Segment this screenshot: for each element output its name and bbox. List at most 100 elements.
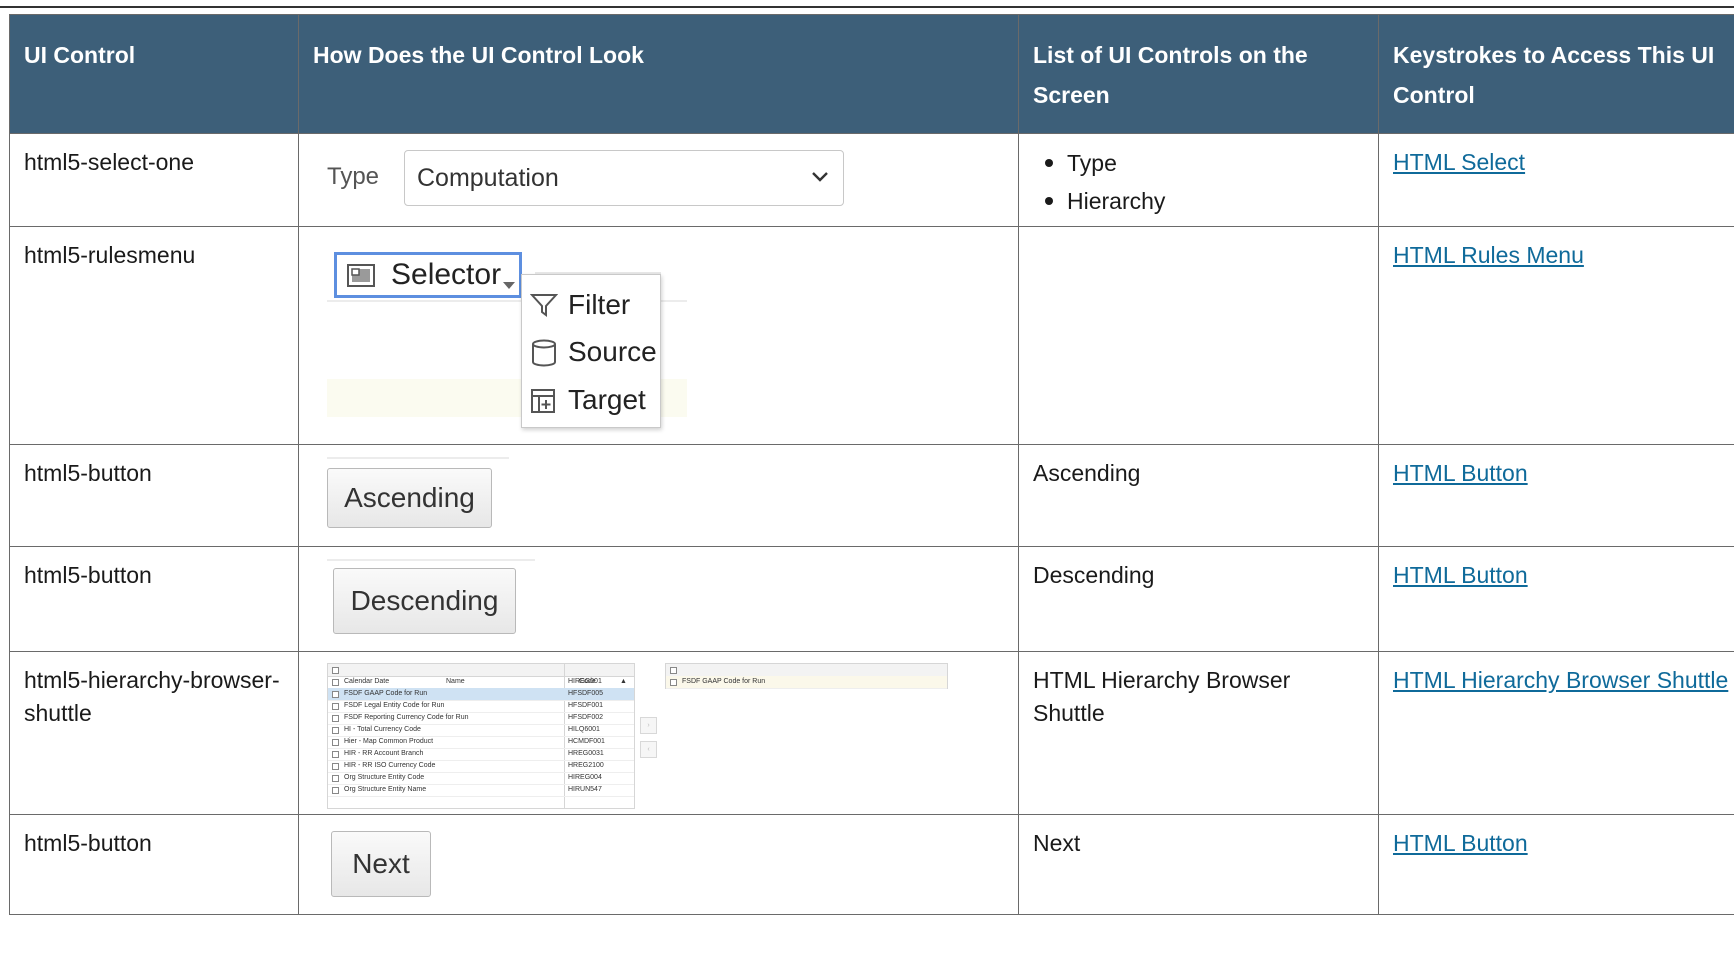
button-preview: Descending (313, 547, 1004, 651)
table-row: html5-select-one Type Computation Type H… (9, 133, 1734, 227)
member-code: HFSDF002 (568, 714, 604, 721)
chevron-down-icon (812, 172, 828, 182)
html-select-link[interactable]: HTML Select (1393, 149, 1525, 175)
member-code: HREG0031 (568, 750, 604, 757)
selector-icon (347, 264, 375, 287)
selector-label: Selector (391, 258, 502, 291)
control-name-cell: html5-rulesmenu (9, 226, 299, 445)
menu-item-label: Source (568, 336, 657, 367)
member-code: HIREG001 (568, 678, 602, 685)
available-members-grid: Name Code ▲ Calendar Date HIREG001 FSDF GA… (327, 663, 635, 809)
row-checkbox[interactable] (332, 751, 339, 758)
list-item[interactable]: FSDF GAAP Code for Run (666, 676, 947, 689)
list-item[interactable]: Org Structure Entity Name HIRUN547 (328, 784, 634, 797)
member-name: Calendar Date (344, 678, 390, 685)
html-button-link[interactable]: HTML Button (1393, 830, 1528, 856)
keystrokes-cell: HTML Button (1378, 546, 1734, 652)
screen-controls-cell: Ascending (1018, 444, 1379, 547)
member-name: FSDF Legal Entity Code for Run (344, 702, 445, 709)
control-name: html5-select-one (24, 149, 195, 175)
selected-members-grid: Name ▾ FSDF GAAP Code for Run (665, 663, 948, 689)
keystrokes-cell: HTML Button (1378, 444, 1734, 547)
select-all-checkbox[interactable] (332, 667, 339, 674)
top-rule (0, 6, 1734, 8)
header-how-it-looks: How Does the UI Control Look (298, 14, 1019, 134)
screen-control-text: Ascending (1033, 460, 1141, 486)
ascending-button[interactable]: Ascending (327, 468, 492, 528)
row-checkbox[interactable] (332, 691, 339, 698)
select-all-checkbox[interactable] (670, 667, 677, 674)
preview-cell: Ascending (298, 444, 1019, 547)
row-checkbox[interactable] (332, 727, 339, 734)
table-header-row: UI Control How Does the UI Control Look … (9, 14, 1734, 134)
screen-control-text: HTML Hierarchy Browser Shuttle (1033, 667, 1291, 726)
control-name-cell: html5-button (9, 814, 299, 915)
header-screen-controls: List of UI Controls on the Screen (1018, 14, 1379, 134)
html-button-link[interactable]: HTML Button (1393, 562, 1528, 588)
descending-button[interactable]: Descending (333, 568, 516, 634)
move-right-button[interactable]: › (640, 717, 657, 734)
member-code: HIRUN547 (568, 786, 602, 793)
html-hierarchy-shuttle-link[interactable]: HTML Hierarchy Browser Shuttle (1393, 667, 1728, 693)
control-name-cell: html5-button (9, 546, 299, 652)
database-icon (532, 339, 556, 367)
move-left-button[interactable]: ‹ (640, 741, 657, 758)
row-checkbox[interactable] (332, 763, 339, 770)
screen-controls-cell: Next (1018, 814, 1379, 915)
screen-control-text: Next (1033, 830, 1081, 856)
member-code: HCMDF001 (568, 738, 605, 745)
filter-icon (530, 294, 558, 317)
row-checkbox[interactable] (332, 703, 339, 710)
header-ui-control: UI Control (9, 14, 299, 134)
row-checkbox[interactable] (332, 715, 339, 722)
row-checkbox[interactable] (332, 739, 339, 746)
screen-controls-cell: Descending (1018, 546, 1379, 652)
member-name: FSDF GAAP Code for Run (682, 678, 766, 685)
button-preview: Ascending (313, 445, 1004, 546)
table-row: html5-button Descending Descending HTML … (9, 546, 1734, 652)
rules-menu-preview: Selector Filter Source Target (313, 227, 1004, 444)
html-rules-menu-link[interactable]: HTML Rules Menu (1393, 242, 1584, 268)
html-button-link[interactable]: HTML Button (1393, 460, 1528, 486)
selector-button[interactable]: Selector (334, 252, 522, 298)
menu-item-label: Filter (568, 289, 631, 320)
next-button[interactable]: Next (331, 831, 431, 897)
table-row: html5-rulesmenu Selector Filter Source T… (9, 226, 1734, 445)
keystrokes-cell: HTML Button (1378, 814, 1734, 915)
member-code: HFSDF001 (568, 702, 604, 709)
header-keystrokes: Keystrokes to Access This UI Control (1378, 14, 1734, 134)
member-name: HIR - RR ISO Currency Code (344, 762, 436, 769)
member-name: FSDF GAAP Code for Run (344, 690, 428, 697)
member-name: Hier - Map Common Product (344, 738, 434, 745)
member-code: HIREG004 (568, 774, 602, 781)
row-checkbox[interactable] (332, 787, 339, 794)
caret-down-icon (503, 282, 515, 289)
preview-cell: Type Computation (298, 133, 1019, 227)
screen-control-text: Descending (1033, 562, 1155, 588)
button-preview: Next (313, 815, 1004, 914)
row-checkbox[interactable] (332, 775, 339, 782)
member-name: FSDF Reporting Currency Code for Run (344, 714, 469, 721)
target-table-icon (531, 389, 555, 413)
rules-dropdown-menu: Filter Source Target (521, 274, 661, 428)
screen-controls-cell: Type Hierarchy (1018, 133, 1379, 227)
member-name: Org Structure Entity Code (344, 774, 425, 781)
ui-controls-table: UI Control How Does the UI Control Look … (9, 14, 1734, 915)
keystrokes-cell: HTML Hierarchy Browser Shuttle (1378, 651, 1734, 815)
control-name-cell: html5-button (9, 444, 299, 547)
row-checkbox[interactable] (670, 679, 677, 686)
type-select[interactable]: Computation (404, 150, 844, 206)
hierarchy-shuttle-preview: Name Code ▲ Calendar Date HIREG001 FSDF GA… (313, 652, 1004, 814)
control-name: html5-button (24, 460, 152, 486)
table-row: html5-button Ascending Ascending HTML Bu… (9, 444, 1734, 547)
control-name: html5-button (24, 830, 152, 856)
row-checkbox[interactable] (332, 679, 339, 686)
control-name: html5-hierarchy-browser-shuttle (24, 667, 280, 726)
control-name: html5-button (24, 562, 152, 588)
screen-controls-list: Type Hierarchy (1033, 134, 1364, 220)
table-row: html5-hierarchy-browser-shuttle Name Cod… (9, 651, 1734, 815)
member-name: Org Structure Entity Name (344, 786, 427, 793)
control-name-cell: html5-hierarchy-browser-shuttle (9, 651, 299, 815)
table-row: html5-button Next Next HTML Button (9, 814, 1734, 915)
control-name-cell: html5-select-one (9, 133, 299, 227)
